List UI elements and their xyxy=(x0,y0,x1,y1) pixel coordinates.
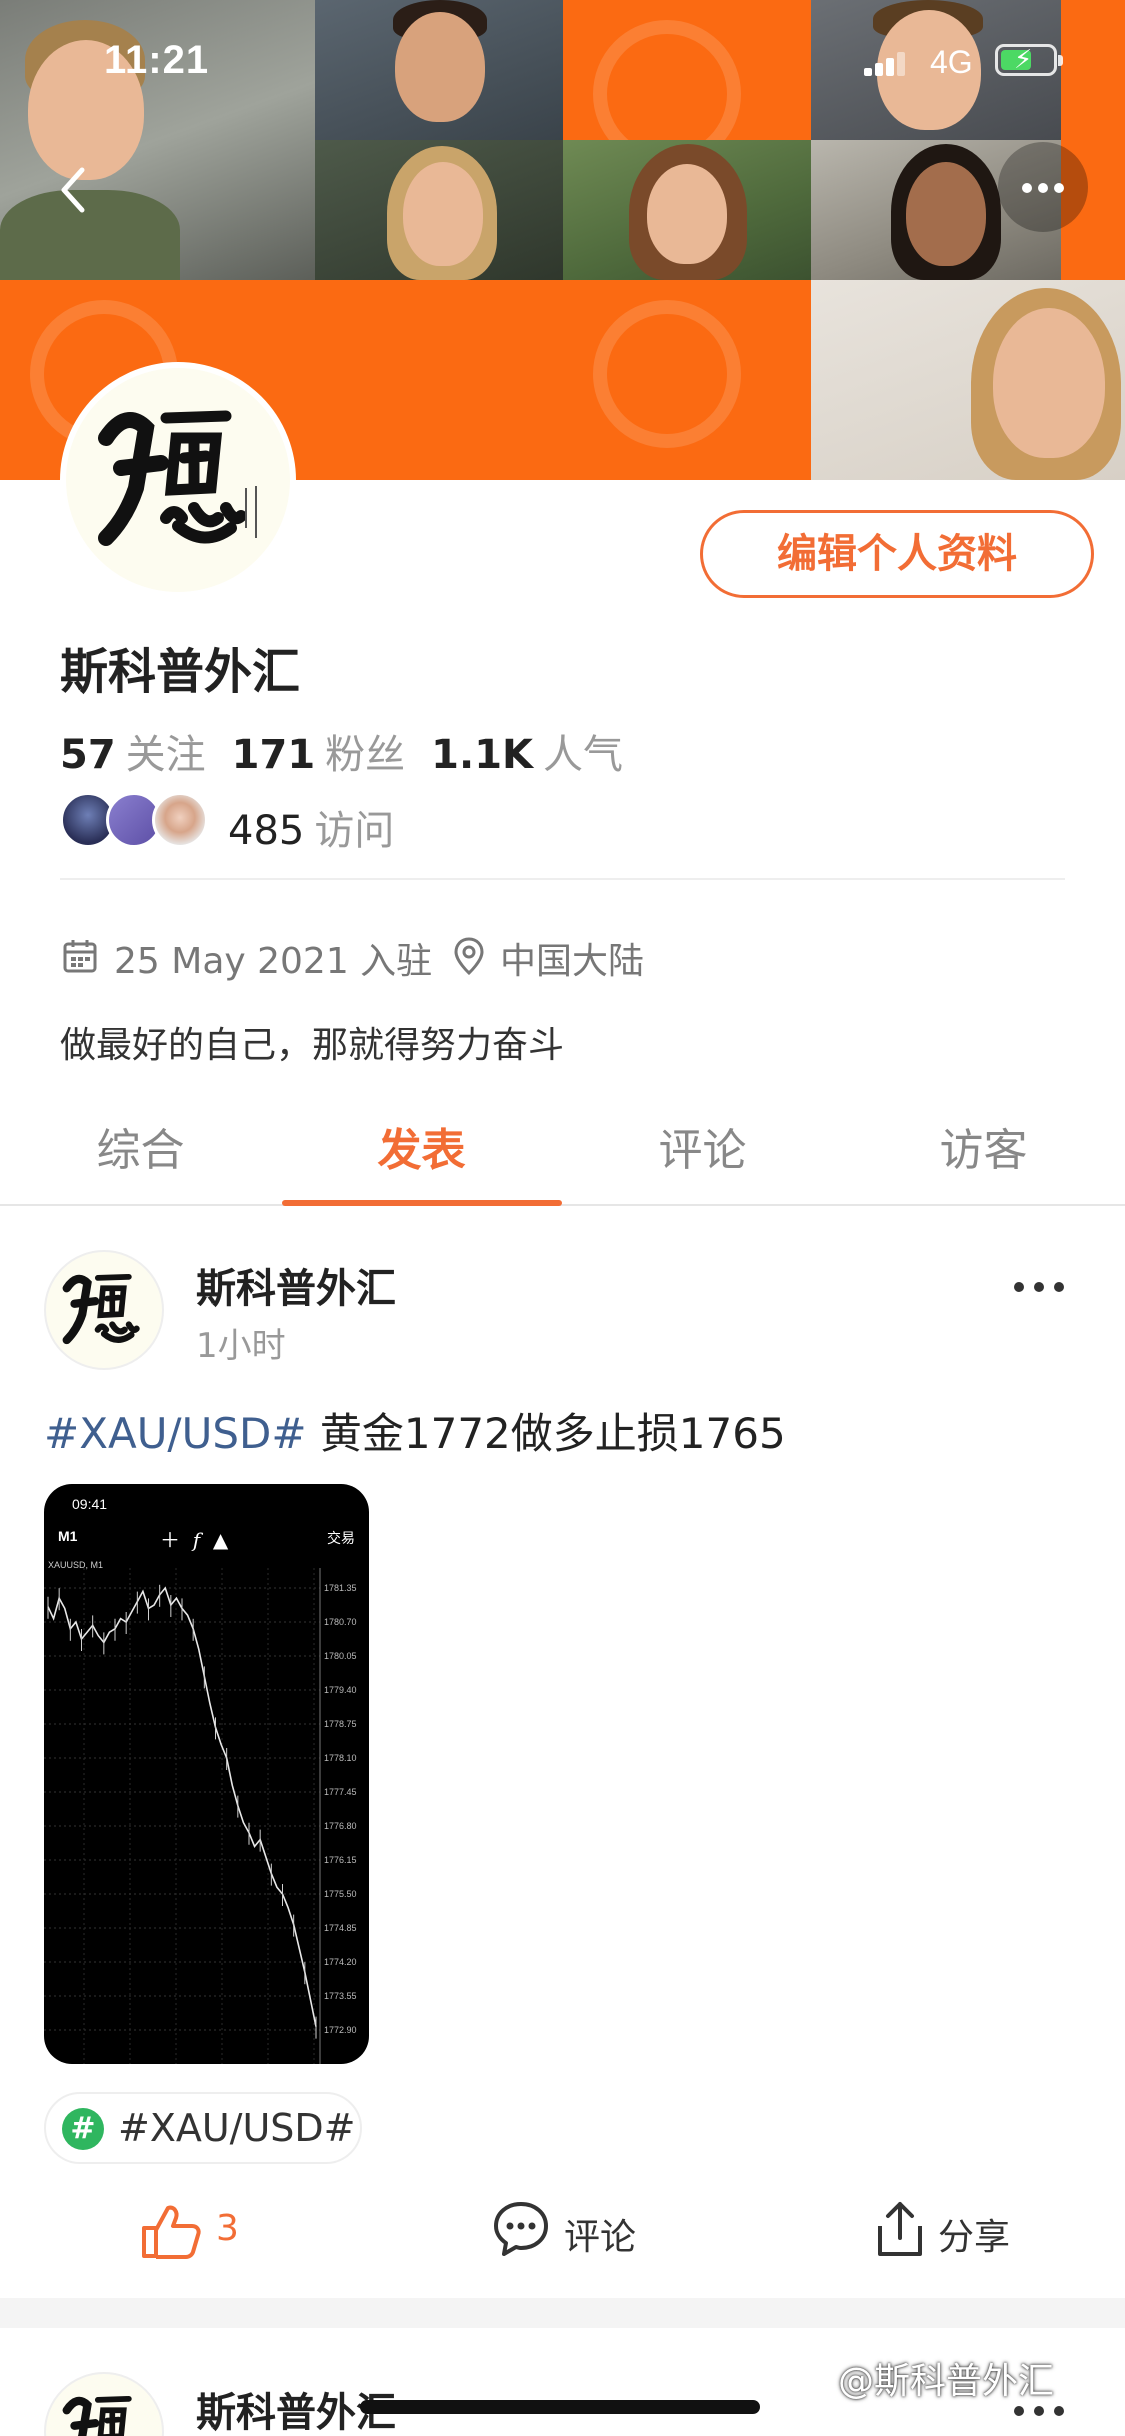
cover-photo xyxy=(563,140,811,280)
comment-label: 评论 xyxy=(564,2217,637,2258)
more-icon xyxy=(1014,2406,1024,2416)
more-icon xyxy=(1014,1282,1024,1292)
price-tick-label: 1774.20 xyxy=(324,1957,357,1967)
profile-name: 斯科普外汇 xyxy=(60,644,301,700)
post-separator xyxy=(0,2298,1125,2328)
post-more-button[interactable] xyxy=(1010,1270,1070,1300)
post-more-button[interactable] xyxy=(1010,2402,1070,2422)
location-icon xyxy=(454,937,484,976)
share-button[interactable]: 分享 xyxy=(874,2196,1034,2266)
cover-photo xyxy=(811,280,1125,480)
tab-posts[interactable]: 发表 xyxy=(281,1114,562,1178)
profile-bio: 做最好的自己，那就得努力奋斗 xyxy=(60,1025,565,1066)
post-text: 黄金1772做多止损1765 xyxy=(319,1409,786,1458)
share-icon xyxy=(878,2202,922,2256)
price-tick-label: 1776.15 xyxy=(324,1855,357,1865)
visits-label: 访问 xyxy=(314,808,395,854)
home-indicator[interactable] xyxy=(360,2400,760,2414)
popularity-stat: 1.1K 人气 xyxy=(431,732,623,778)
following-label: 关注 xyxy=(125,732,206,778)
topic-chip-label: #XAU/USD# xyxy=(118,2106,356,2150)
popularity-count: 1.1K xyxy=(431,732,534,778)
location: 中国大陆 xyxy=(500,941,645,982)
screenshot-trade-label: 交易 xyxy=(327,1531,355,1547)
divider xyxy=(60,878,1065,880)
calendar-icon xyxy=(63,940,97,973)
price-tick-label: 1781.35 xyxy=(324,1583,357,1593)
price-tick-label: 1780.70 xyxy=(324,1617,357,1627)
price-tick-label: 1778.75 xyxy=(324,1719,357,1729)
profile-tabs: 综合 发表 评论 访客 xyxy=(0,1100,1125,1206)
followers-label: 粉丝 xyxy=(325,732,406,778)
cover-photo xyxy=(315,140,563,280)
tab-visitors[interactable]: 访客 xyxy=(843,1114,1124,1178)
screenshot-toolbar: ＋ f ▲ xyxy=(160,1528,229,1552)
like-button[interactable]: 3 xyxy=(140,2196,260,2266)
post-author-avatar[interactable] xyxy=(44,2372,164,2436)
price-chart: 1781.35 1780.70 1780.05 1779.40 1778.75 1778.… xyxy=(44,1568,357,2064)
calligraphy-logo xyxy=(62,1274,140,1345)
followers-count: 171 xyxy=(231,732,316,778)
cover-tile xyxy=(563,280,811,480)
post-author-avatar[interactable] xyxy=(44,1250,164,1370)
hashtag-icon: # xyxy=(62,2108,104,2150)
like-count: 3 xyxy=(216,2208,239,2249)
screenshot-time: 09:41 xyxy=(72,1496,108,1512)
watermark: @斯科普外汇 xyxy=(838,2361,1055,2402)
status-bar: 11:21 4G ⚡ xyxy=(0,0,1125,130)
price-tick-label: 1773.55 xyxy=(324,1991,357,2001)
post-body: #XAU/USD# 黄金1772做多止损1765 xyxy=(44,1400,786,1461)
post-hashtag[interactable]: #XAU/USD# xyxy=(44,1409,307,1458)
cover-tile xyxy=(315,280,563,480)
followers-stat[interactable]: 171 粉丝 xyxy=(232,732,406,778)
more-button[interactable] xyxy=(998,142,1088,232)
price-tick-label: 1772.90 xyxy=(324,2025,357,2035)
price-tick-label: 1780.05 xyxy=(324,1651,357,1661)
screenshot-timeframe: M1 xyxy=(58,1528,78,1544)
share-label: 分享 xyxy=(938,2217,1011,2258)
visitor-avatar xyxy=(152,792,208,848)
status-time: 11:21 xyxy=(104,38,210,82)
visits-count: 485 xyxy=(228,808,305,854)
popularity-label: 人气 xyxy=(543,732,624,778)
back-button[interactable] xyxy=(34,150,114,230)
tab-overview[interactable]: 综合 xyxy=(0,1114,281,1178)
edit-profile-button[interactable]: 编辑个人资料 xyxy=(700,510,1094,598)
post-author-name[interactable]: 斯科普外汇 xyxy=(196,1256,396,1314)
topic-chip[interactable]: # #XAU/USD# xyxy=(44,2092,362,2164)
network-type: 4G xyxy=(930,44,973,80)
price-tick-label: 1775.50 xyxy=(324,1889,357,1899)
comment-icon xyxy=(494,2202,548,2256)
price-tick-label: 1779.40 xyxy=(324,1685,357,1695)
post-actions: 3 评论 分享 xyxy=(0,2196,1125,2266)
profile-avatar[interactable] xyxy=(60,362,296,598)
price-tick-label: 1778.10 xyxy=(324,1753,357,1763)
tab-comments[interactable]: 评论 xyxy=(562,1114,843,1178)
like-icon xyxy=(142,2205,201,2259)
calligraphy-logo xyxy=(62,2396,132,2436)
following-stat[interactable]: 57 关注 xyxy=(60,732,206,778)
back-icon xyxy=(61,167,85,213)
profile-stats: 57 关注 171 粉丝 1.1K 人气 xyxy=(60,722,623,780)
price-line xyxy=(47,1586,317,2027)
price-tick-label: 1777.45 xyxy=(324,1787,357,1797)
join-date: 25 May 2021 入驻 xyxy=(114,941,433,982)
more-icon xyxy=(1022,183,1032,193)
post-time: 1小时 xyxy=(196,1326,286,1366)
post-image[interactable]: 09:41 M1 ＋ f ▲ 交易 XAUUSD, M1 1781.35 1780… xyxy=(44,1484,369,2064)
price-tick-label: 1774.85 xyxy=(324,1923,357,1933)
calligraphy-logo xyxy=(98,410,257,546)
visits-stat: 485 访问 xyxy=(228,798,394,856)
signal-icon xyxy=(864,52,908,76)
price-tick-label: 1776.80 xyxy=(324,1821,357,1831)
active-tab-indicator xyxy=(282,1200,562,1206)
battery-icon: ⚡ xyxy=(995,44,1063,76)
comment-button[interactable]: 评论 xyxy=(492,2196,652,2266)
following-count: 57 xyxy=(60,732,116,778)
